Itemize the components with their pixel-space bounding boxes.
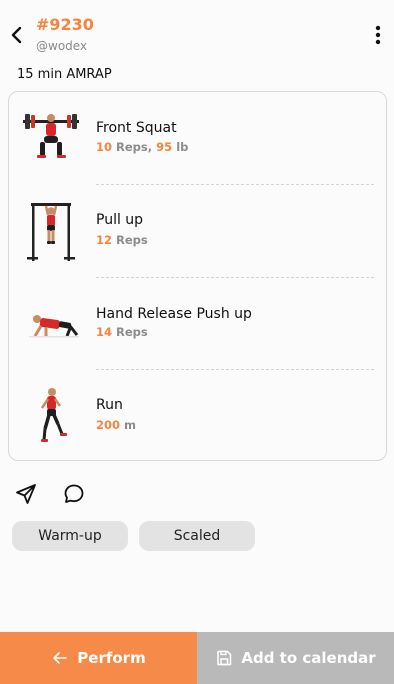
reps-value: 10 xyxy=(96,140,113,154)
comment-button[interactable] xyxy=(62,482,86,506)
distance-value: 200 xyxy=(96,418,121,432)
header: #9230 @wodex xyxy=(0,0,394,64)
exercise-detail: 200 m xyxy=(96,418,136,432)
more-vertical-icon xyxy=(375,25,381,45)
reps-value: 14 xyxy=(96,325,113,339)
push-up-illustration xyxy=(19,292,83,356)
exercise-name: Front Squat xyxy=(96,120,177,136)
reps-unit: Reps xyxy=(116,325,148,339)
chevron-left-icon xyxy=(11,26,22,44)
add-to-calendar-button[interactable]: Add to calendar xyxy=(197,632,394,684)
perform-button[interactable]: Perform xyxy=(0,632,197,684)
exercise-item[interactable]: Pull up 12 Reps xyxy=(9,185,388,278)
comment-icon xyxy=(64,484,84,503)
exercise-name: Hand Release Push up xyxy=(96,306,252,322)
reps-unit: Reps xyxy=(116,233,148,247)
send-icon xyxy=(16,484,36,504)
arrow-left-icon xyxy=(51,649,69,667)
exercise-detail: 10 Reps, 95 lb xyxy=(96,140,188,154)
distance-unit: m xyxy=(124,418,137,432)
exercise-name: Run xyxy=(96,397,123,413)
share-button[interactable] xyxy=(14,482,38,506)
exercise-detail: 14 Reps xyxy=(96,325,148,339)
author-handle[interactable]: @wodex xyxy=(36,39,87,53)
exercise-item[interactable]: Run 200 m xyxy=(9,370,388,463)
save-icon xyxy=(215,649,233,667)
tag-warm-up[interactable]: Warm-up xyxy=(12,521,128,551)
run-illustration xyxy=(19,384,83,448)
pull-up-illustration xyxy=(19,199,83,263)
perform-label: Perform xyxy=(77,649,146,667)
exercise-name: Pull up xyxy=(96,212,144,228)
exercise-item[interactable]: Front Squat 10 Reps, 95 lb xyxy=(9,92,388,185)
workout-id-title: #9230 xyxy=(36,15,94,34)
back-button[interactable] xyxy=(6,22,28,48)
exercise-item[interactable]: Hand Release Push up 14 Reps xyxy=(9,278,388,371)
exercise-list-card: Front Squat 10 Reps, 95 lb Pull up 12 Re… xyxy=(8,91,387,461)
add-to-calendar-label: Add to calendar xyxy=(241,649,376,667)
bottom-action-bar: Perform Add to calendar xyxy=(0,632,394,684)
reps-unit: Reps, xyxy=(116,140,153,154)
tag-scaled[interactable]: Scaled xyxy=(139,521,255,551)
weight-unit: lb xyxy=(176,140,189,154)
more-options-button[interactable] xyxy=(370,22,386,48)
reps-value: 12 xyxy=(96,233,113,247)
front-squat-illustration xyxy=(19,106,83,170)
workout-type-label: 15 min AMRAP xyxy=(17,67,112,82)
exercise-detail: 12 Reps xyxy=(96,233,148,247)
weight-value: 95 xyxy=(156,140,173,154)
